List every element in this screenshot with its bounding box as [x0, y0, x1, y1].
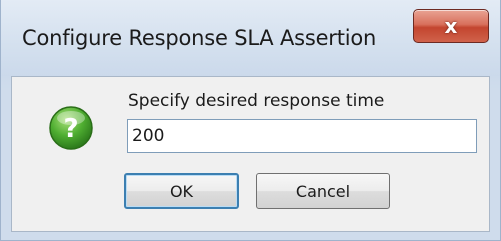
dialog-body: ? Specify desired response time OK Cance…: [11, 76, 490, 232]
close-button[interactable]: x: [413, 9, 489, 43]
window-title: Configure Response SLA Assertion: [22, 26, 377, 50]
title-bar[interactable]: Configure Response SLA Assertion x: [1, 0, 500, 76]
response-time-input[interactable]: [127, 119, 477, 153]
cancel-button[interactable]: Cancel: [256, 173, 390, 209]
question-icon: ?: [49, 106, 93, 150]
prompt-label: Specify desired response time: [128, 91, 385, 111]
question-glyph: ?: [63, 114, 78, 144]
dialog-window: Configure Response SLA Assertion x ? Spe…: [0, 0, 501, 241]
ok-button[interactable]: OK: [124, 173, 239, 209]
close-icon: x: [444, 14, 458, 38]
